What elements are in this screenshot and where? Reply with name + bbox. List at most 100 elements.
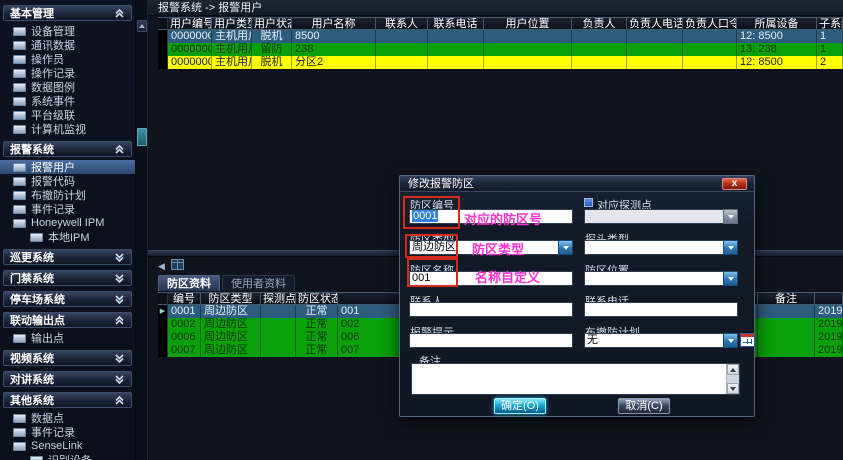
scroll-down-button[interactable] [727,383,739,394]
column-header [158,292,168,305]
table-cell: 12: 8500 [737,56,817,69]
sidebar-item-Honeywell IPM[interactable]: Honeywell IPM [0,216,135,230]
sidebar-section-header[interactable]: 停车场系统 [3,291,132,307]
sidebar-section-header[interactable]: 视频系统 [3,350,132,366]
sidebar-item-事件记录[interactable]: 事件记录 [0,425,135,439]
sidebar-item-数据图例[interactable]: 数据图例 [0,80,135,94]
textarea-scrollbar[interactable] [726,364,739,394]
table-cell: 周边防区 [201,318,261,331]
table-cell [428,43,484,56]
sidebar-section-header[interactable]: 基本管理 [3,5,132,21]
phone-input[interactable] [584,302,738,317]
sidebar-sections: 基本管理设备管理通讯数据操作员操作记录数据图例系统事件平台级联计算机监视报警系统… [0,5,135,460]
table-cell: 主机用户 [212,30,252,43]
sidebar-section-header[interactable]: 报警系统 [3,141,132,157]
detect-point-dropdown[interactable] [584,209,738,224]
chevron-down-icon [728,246,734,250]
zone-pos-dropdown[interactable] [584,271,738,286]
scroll-up-button[interactable] [727,364,739,375]
table-cell: 主机用户 [212,43,252,56]
table-row[interactable]: 00000005主机用户留防23813: 2381 [158,43,843,56]
sidebar-section-header[interactable]: 其他系统 [3,392,132,408]
sidebar-item-SenseLink[interactable]: SenseLink [0,439,135,453]
sidebar-section-label: 视频系统 [10,350,54,366]
table-cell: 周边防区 [201,305,261,318]
close-button[interactable]: x [722,178,747,190]
column-header: 子系统 [817,17,843,30]
column-header: 用户位置 [484,17,572,30]
dropdown-button[interactable] [723,271,738,286]
alarm-hint-input[interactable] [409,333,573,348]
chevron-double-down-icon [114,354,125,363]
sidebar-item-布撤防计划[interactable]: 布撤防计划 [0,188,135,202]
table-cell: 脱机 [252,56,292,69]
sidebar-section-label: 门禁系统 [10,270,54,286]
column-header: 负责人电话 [627,17,683,30]
scroll-up-button[interactable] [137,20,147,32]
sidebar-item-计算机监视[interactable]: 计算机监视 [0,122,135,136]
table-cell: 周边防区 [201,331,261,344]
table-cell [683,56,737,69]
sidebar-item-平台级联[interactable]: 平台级联 [0,108,135,122]
column-header [158,17,168,30]
table-cell: 00000005 [168,43,212,56]
remark-textarea[interactable] [411,363,740,395]
sidebar-item-通讯数据[interactable]: 通讯数据 [0,38,135,52]
sidebar-item-报警用户[interactable]: 报警用户 [0,160,135,174]
sidebar-item-操作员[interactable]: 操作员 [0,52,135,66]
detect-point-checkbox[interactable] [584,198,593,207]
sidebar-section-header[interactable]: 联动输出点 [3,312,132,328]
folder-icon [13,334,26,343]
column-header: 联系电话 [428,17,484,30]
sidebar-item-label: 事件记录 [31,424,75,440]
chevron-double-up-icon [114,9,125,18]
sidebar-section-header[interactable]: 对讲系统 [3,371,132,387]
calendar-icon[interactable] [740,333,755,347]
cancel-button[interactable]: 取消(C) [618,398,670,414]
table-cell: 2019 [815,305,843,318]
probe-type-dropdown[interactable] [584,240,738,255]
sidebar-item-报警代码[interactable]: 报警代码 [0,174,135,188]
dropdown-button[interactable] [558,240,573,255]
column-header: 探测点 [261,292,296,305]
sidebar-item-事件记录[interactable]: 事件记录 [0,202,135,216]
folder-icon [13,27,26,36]
contact-input[interactable] [409,302,573,317]
sidebar-section-header[interactable]: 门禁系统 [3,270,132,286]
table-cell [428,56,484,69]
sidebar-item-识别设备[interactable]: 识别设备 [0,453,135,460]
table-cell [158,331,168,344]
table-row[interactable]: 00000006主机用户脱机分区212: 85002 [158,56,843,69]
table-cell [683,43,737,56]
sidebar-item-本地IPM[interactable]: 本地IPM [0,230,135,244]
back-icon[interactable]: ◀ [158,259,165,273]
ok-button[interactable]: 确定(O) [494,398,546,414]
dialog-titlebar[interactable]: 修改报警防区 [400,176,754,192]
column-header: 备注 [758,292,815,305]
sidebar-item-系统事件[interactable]: 系统事件 [0,94,135,108]
arrow-down-icon [730,387,736,391]
red-highlight-box-zone-type [405,234,458,258]
table-row[interactable]: 00000004主机用户脱机850012: 85001 [158,30,843,43]
grid-view-icon[interactable] [171,259,184,273]
dropdown-button[interactable] [723,240,738,255]
folder-icon [13,83,26,92]
scrollbar-thumb[interactable] [137,128,147,146]
sidebar-section-header[interactable]: 巡更系统 [3,249,132,265]
tab-防区资料[interactable]: 防区资料 [158,275,220,291]
sidebar-item-设备管理[interactable]: 设备管理 [0,24,135,38]
dropdown-button[interactable] [723,333,738,348]
table-cell [376,30,428,43]
red-highlight-box-zone-no [403,196,460,229]
zone-pos-value [584,271,723,286]
sidebar-scrollbar[interactable] [136,0,148,460]
sidebar-item-操作记录[interactable]: 操作记录 [0,66,135,80]
tab-使用者资料[interactable]: 使用者资料 [222,275,295,291]
plan-dropdown[interactable]: 无 [584,333,738,348]
chevron-down-icon [563,246,569,250]
dropdown-button[interactable] [723,209,738,224]
sidebar-item-输出点[interactable]: 输出点 [0,331,135,345]
sidebar-item-label: 输出点 [31,330,64,346]
sidebar-item-数据点[interactable]: 数据点 [0,411,135,425]
table-cell [627,56,683,69]
